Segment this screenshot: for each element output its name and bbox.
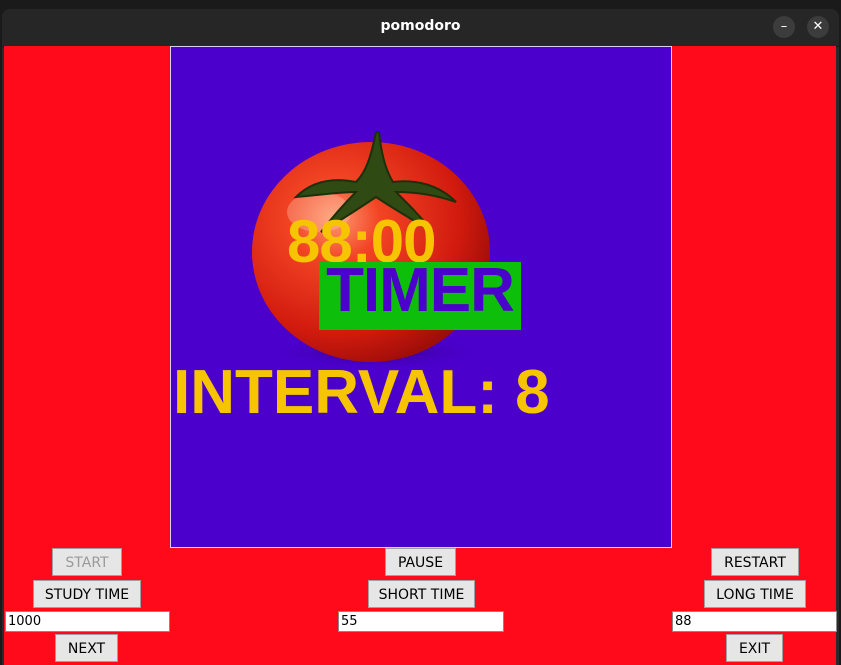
- next-button[interactable]: NEXT: [55, 634, 118, 662]
- window-title: pomodoro: [380, 18, 461, 34]
- long-time-button[interactable]: LONG TIME: [704, 580, 806, 608]
- short-time-button[interactable]: SHORT TIME: [368, 580, 475, 608]
- app-content: 88:00 TIMER INTERVAL: 8 START STUDY TIME…: [4, 46, 837, 665]
- close-icon: ✕: [812, 19, 824, 34]
- minimize-button[interactable]: –: [773, 16, 795, 38]
- close-button[interactable]: ✕: [807, 16, 829, 38]
- study-time-input[interactable]: 1000: [5, 611, 170, 632]
- short-time-input[interactable]: 55: [338, 611, 504, 632]
- app-window: pomodoro – ✕ 88:00 TIMER INTERVAL: 8 STA…: [2, 9, 839, 665]
- minimize-icon: –: [780, 19, 788, 34]
- restart-button[interactable]: RESTART: [711, 548, 799, 576]
- pause-button[interactable]: PAUSE: [385, 548, 456, 576]
- timer-canvas: 88:00 TIMER INTERVAL: 8: [170, 46, 672, 548]
- long-time-input[interactable]: 88: [672, 611, 837, 632]
- start-button[interactable]: START: [52, 548, 122, 576]
- timer-label: TIMER: [319, 260, 521, 330]
- exit-button[interactable]: EXIT: [726, 634, 783, 662]
- study-time-button[interactable]: STUDY TIME: [33, 580, 141, 608]
- interval-display: INTERVAL: 8: [173, 358, 550, 427]
- title-bar: pomodoro – ✕: [2, 9, 839, 47]
